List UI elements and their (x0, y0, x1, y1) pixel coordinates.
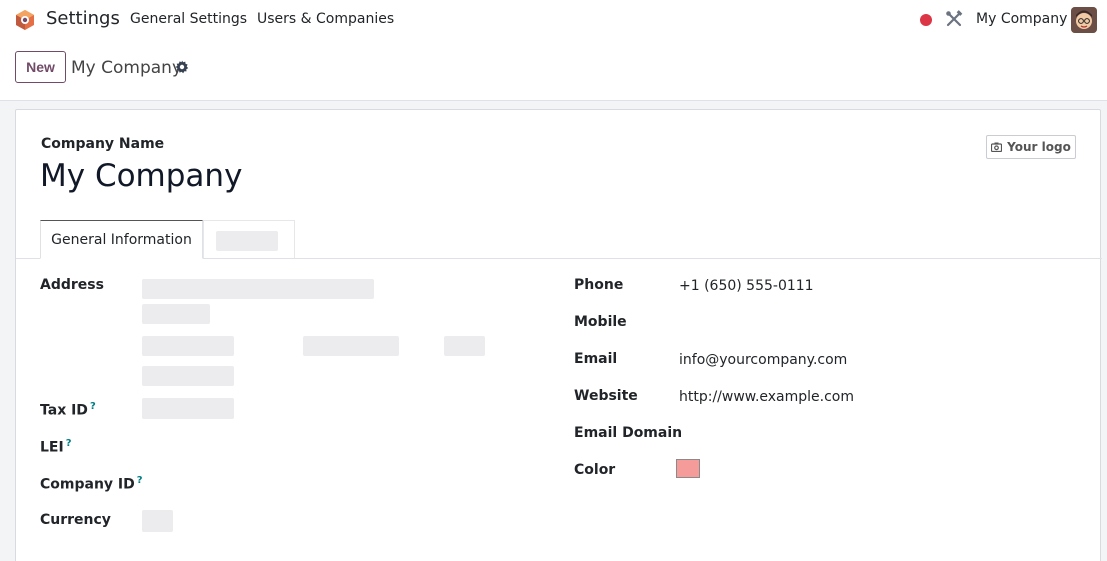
color-label: Color (574, 462, 616, 478)
phone-label: Phone (574, 277, 624, 293)
odoo-logo-icon[interactable] (14, 9, 36, 31)
lei-label: LEI? (40, 438, 72, 456)
nav-users-companies[interactable]: Users & Companies (257, 11, 394, 27)
help-tooltip-icon[interactable]: ? (90, 401, 96, 412)
email-label: Email (574, 351, 618, 367)
gear-icon[interactable] (175, 60, 189, 74)
company-name-label: Company Name (41, 136, 165, 152)
logo-upload-button[interactable]: Your logo (986, 135, 1076, 159)
help-tooltip-icon[interactable]: ? (137, 475, 143, 486)
top-navbar: Settings General Settings Users & Compan… (0, 0, 1107, 40)
breadcrumb: My Company (71, 58, 183, 78)
company-name-field[interactable]: My Company (40, 158, 242, 194)
color-picker[interactable] (676, 459, 700, 478)
debug-tools-icon[interactable] (945, 10, 963, 28)
control-panel: New My Company (0, 40, 1107, 101)
tax-id-label: Tax ID? (40, 401, 96, 419)
mobile-label: Mobile (574, 314, 627, 330)
avatar[interactable] (1071, 7, 1097, 33)
camera-icon (991, 142, 1003, 152)
help-tooltip-icon[interactable]: ? (66, 438, 72, 449)
tab-other[interactable] (203, 220, 295, 258)
tax-id-field[interactable] (142, 398, 234, 419)
logo-label: Your logo (1007, 140, 1071, 154)
new-button[interactable]: New (15, 51, 66, 83)
website-field[interactable]: http://www.example.com (679, 389, 854, 405)
company-switcher[interactable]: My Company (976, 11, 1067, 27)
address-label: Address (40, 277, 104, 293)
currency-field[interactable] (142, 510, 173, 532)
company-id-label: Company ID? (40, 475, 143, 493)
record-dot-icon[interactable] (920, 14, 932, 26)
phone-field[interactable]: +1 (650) 555-0111 (679, 278, 814, 294)
currency-label: Currency (40, 512, 111, 528)
form-sheet: Company Name My Company Your logo Genera… (15, 109, 1102, 561)
website-label: Website (574, 388, 638, 404)
email-field[interactable]: info@yourcompany.com (679, 352, 847, 368)
app-name[interactable]: Settings (46, 8, 120, 29)
email-domain-label: Email Domain (574, 425, 683, 441)
nav-general-settings[interactable]: General Settings (130, 11, 247, 27)
tab-general-information[interactable]: General Information (40, 220, 203, 259)
